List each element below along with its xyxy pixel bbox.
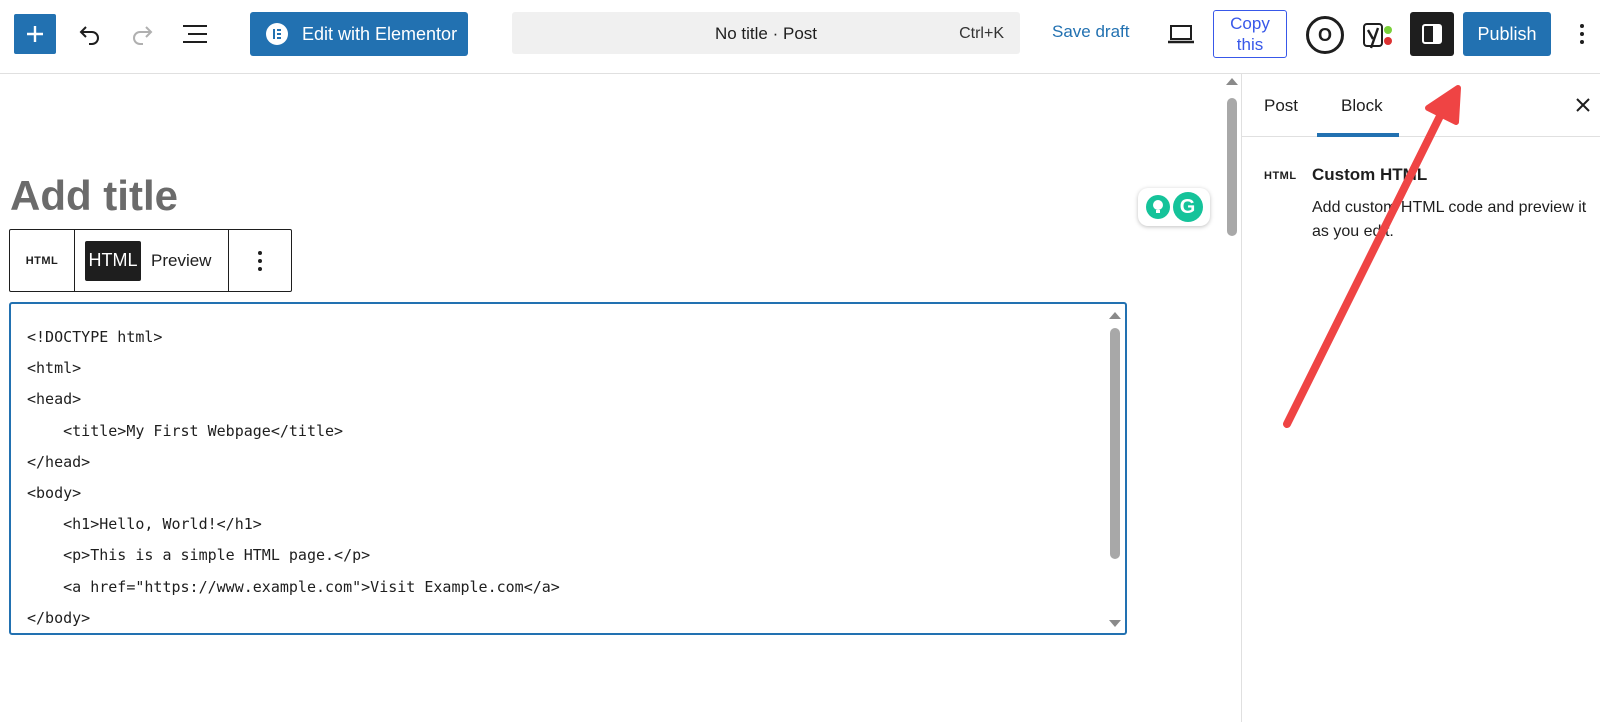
editor-scrollbar[interactable] bbox=[1224, 74, 1240, 722]
code-line: <!DOCTYPE html> bbox=[27, 328, 163, 346]
editor-header: Edit with Elementor No title · Post Ctrl… bbox=[0, 0, 1600, 74]
undo-icon bbox=[79, 26, 99, 45]
tab-preview[interactable]: Preview bbox=[151, 251, 211, 271]
code-line: <body> bbox=[27, 483, 82, 502]
redo-button[interactable] bbox=[122, 14, 162, 54]
block-icon: HTML bbox=[1264, 170, 1297, 182]
block-options-button[interactable] bbox=[229, 230, 291, 291]
command-palette-button[interactable]: No title · Post Ctrl+K bbox=[512, 12, 1020, 54]
code-line: </body> bbox=[27, 608, 91, 627]
scroll-up-arrow-icon[interactable] bbox=[1226, 78, 1238, 85]
document-overview-button[interactable] bbox=[175, 14, 215, 54]
close-icon bbox=[1576, 98, 1590, 112]
block-toolbar: HTML HTML Preview bbox=[9, 229, 292, 292]
code-scrollbar[interactable] bbox=[1109, 308, 1121, 629]
code-lines: <!DOCTYPE html> <html> <head> <title>My … bbox=[27, 322, 560, 633]
redo-icon bbox=[133, 26, 153, 45]
add-block-button[interactable] bbox=[14, 14, 56, 54]
more-vertical-icon bbox=[258, 250, 262, 271]
html-code-editor[interactable]: <!DOCTYPE html> <html> <head> <title>My … bbox=[9, 302, 1127, 635]
yoast-icon bbox=[1363, 23, 1392, 49]
list-view-icon bbox=[183, 25, 207, 43]
o-plugin-button[interactable]: O bbox=[1306, 16, 1344, 54]
settings-sidebar-toggle[interactable] bbox=[1410, 12, 1454, 56]
tab-html[interactable]: HTML bbox=[85, 240, 141, 281]
code-scrollbar-thumb[interactable] bbox=[1110, 328, 1120, 559]
editor-scrollbar-thumb[interactable] bbox=[1227, 98, 1237, 236]
post-title-input[interactable]: Add title bbox=[10, 172, 178, 220]
code-line: <html> bbox=[27, 359, 82, 378]
grammarly-widget[interactable]: G bbox=[1138, 188, 1210, 226]
command-shortcut: Ctrl+K bbox=[959, 25, 1004, 42]
scroll-up-arrow-icon[interactable] bbox=[1109, 312, 1121, 319]
options-menu-button[interactable] bbox=[1572, 16, 1592, 52]
code-line: <h1>Hello, World!</h1> bbox=[27, 515, 262, 534]
code-line: <a href="https://www.example.com">Visit … bbox=[27, 577, 560, 596]
plus-icon bbox=[27, 26, 43, 42]
more-vertical-icon bbox=[1580, 24, 1584, 44]
undo-button[interactable] bbox=[70, 14, 110, 54]
scroll-down-arrow-icon[interactable] bbox=[1109, 620, 1121, 627]
copy-this-line2: this bbox=[1236, 35, 1264, 54]
active-tab-indicator bbox=[1317, 133, 1399, 137]
html-preview-tabs: HTML Preview bbox=[75, 230, 229, 291]
block-title: Custom HTML bbox=[1312, 165, 1428, 184]
code-line: <head> bbox=[27, 390, 82, 409]
code-line: </head> bbox=[27, 452, 91, 471]
sidebar-tabs: Post Block bbox=[1242, 74, 1600, 137]
close-sidebar-button[interactable] bbox=[1572, 94, 1594, 116]
settings-sidebar: Post Block HTML Custom HTML Add custom H… bbox=[1241, 74, 1600, 722]
elementor-button-label: Edit with Elementor bbox=[302, 23, 458, 44]
copy-this-button[interactable]: Copy this bbox=[1213, 10, 1287, 58]
lightbulb-icon[interactable] bbox=[1145, 195, 1170, 219]
block-type-switcher[interactable]: HTML bbox=[10, 230, 75, 291]
yoast-seo-button[interactable] bbox=[1360, 16, 1400, 54]
tab-block[interactable]: Block bbox=[1341, 96, 1383, 116]
elementor-logo-icon bbox=[266, 23, 288, 45]
code-line: <p>This is a simple HTML page.</p> bbox=[27, 546, 371, 565]
preview-button[interactable] bbox=[1163, 16, 1199, 52]
edit-with-elementor-button[interactable]: Edit with Elementor bbox=[250, 12, 468, 56]
grammarly-logo-icon[interactable]: G bbox=[1172, 192, 1203, 222]
tab-post[interactable]: Post bbox=[1264, 96, 1298, 116]
copy-this-line1: Copy bbox=[1230, 14, 1270, 33]
block-description: Add custom HTML code and preview it as y… bbox=[1312, 199, 1587, 240]
publish-button[interactable]: Publish bbox=[1463, 12, 1551, 56]
document-title: No title · Post bbox=[714, 24, 818, 43]
sidebar-icon bbox=[1422, 24, 1442, 44]
code-line: <title>My First Webpage</title> bbox=[27, 421, 344, 440]
save-draft-button[interactable]: Save draft bbox=[1052, 22, 1130, 42]
laptop-icon bbox=[1168, 25, 1194, 44]
